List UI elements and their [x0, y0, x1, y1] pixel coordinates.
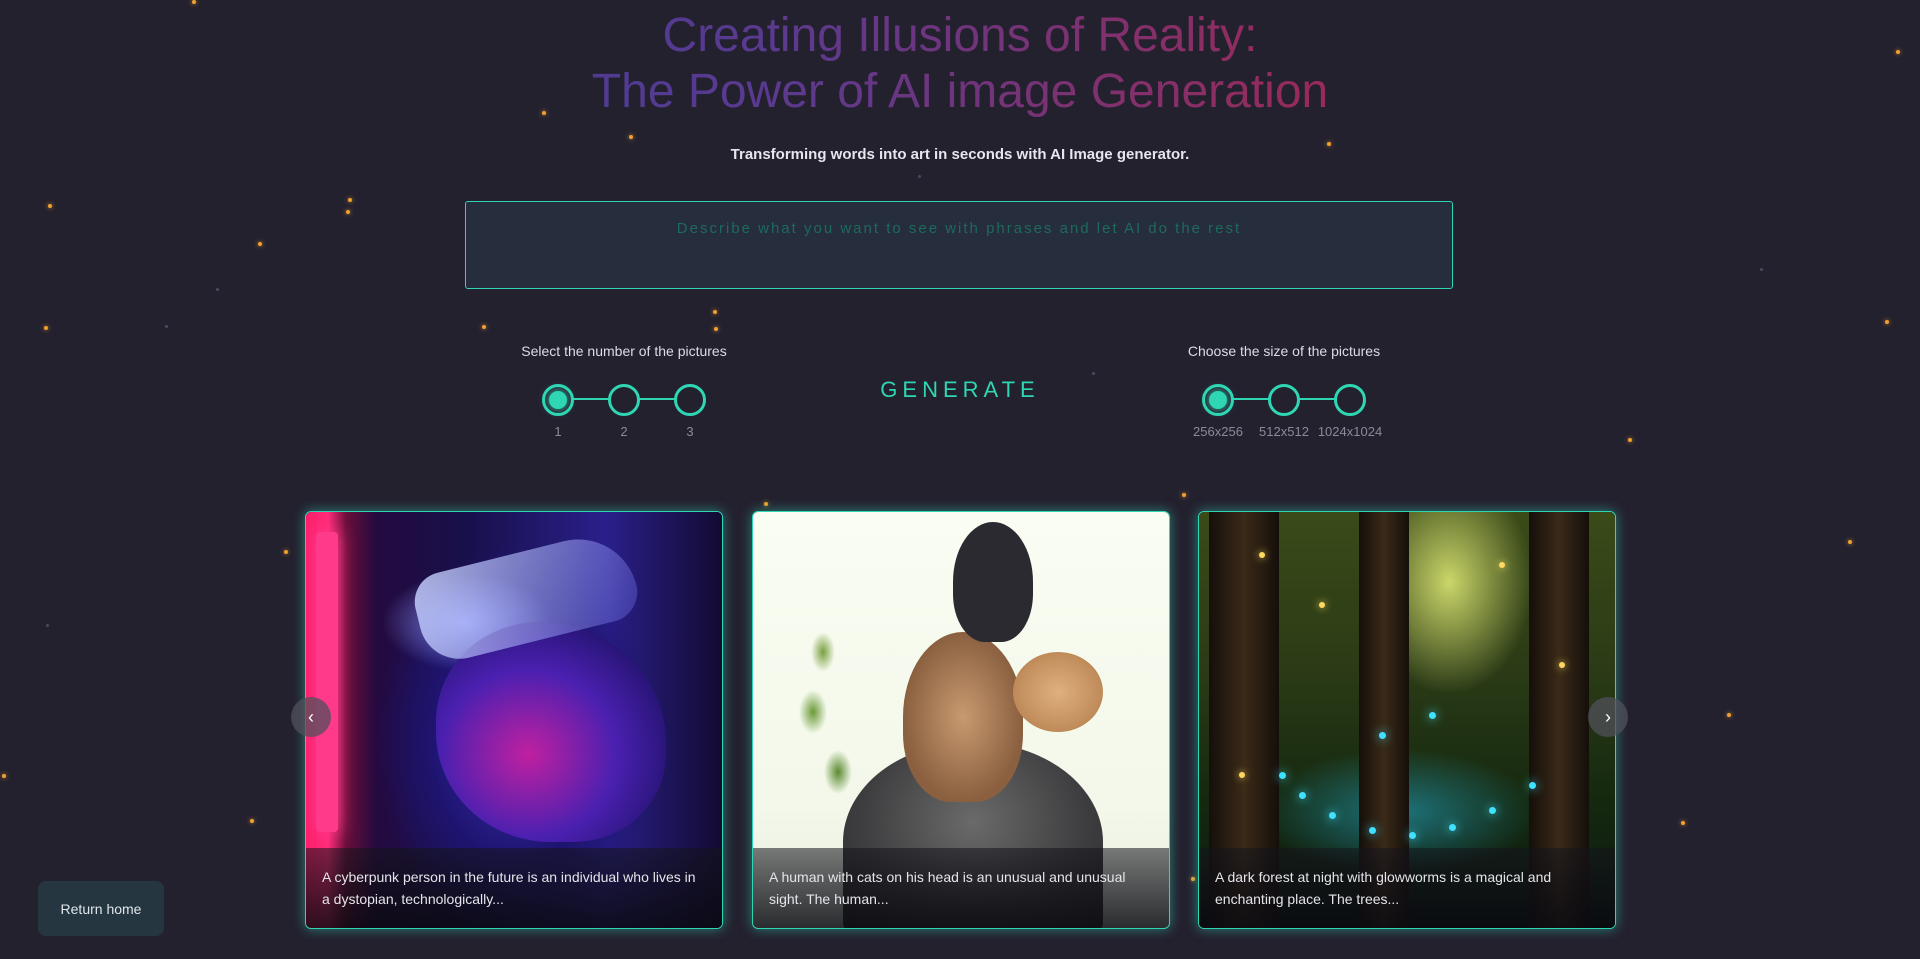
count-option-2[interactable]: [608, 384, 640, 416]
gallery-caption: A human with cats on his head is an unus…: [753, 848, 1169, 928]
glowworm-shape: [1279, 772, 1286, 779]
page-title: Creating Illusions of Reality: The Power…: [0, 8, 1920, 120]
count-option-1[interactable]: [542, 384, 574, 416]
prompt-box: [465, 201, 1453, 289]
count-option-3[interactable]: [674, 384, 706, 416]
carousel-next-button[interactable]: ›: [1588, 697, 1628, 737]
size-option-1024[interactable]: [1334, 384, 1366, 416]
page-subtitle: Transforming words into art in seconds w…: [730, 146, 1190, 163]
cat-shape: [903, 632, 1023, 802]
size-option-512[interactable]: [1268, 384, 1300, 416]
glowworm-shape: [1409, 832, 1416, 839]
chevron-right-icon: ›: [1605, 707, 1611, 727]
generate-button[interactable]: GENERATE: [860, 376, 1060, 404]
prompt-input[interactable]: [466, 202, 1452, 288]
page-title-line-1: Creating Illusions of Reality:: [662, 9, 1258, 62]
glowworm-shape: [1379, 732, 1386, 739]
glowworm-shape: [1529, 782, 1536, 789]
gallery-caption: A cyberpunk person in the future is an i…: [306, 848, 722, 928]
firefly-shape: [1559, 662, 1565, 668]
size-option-256[interactable]: [1202, 384, 1234, 416]
glowworm-shape: [1329, 812, 1336, 819]
firefly-shape: [1319, 602, 1325, 608]
size-selector-label: Choose the size of the pictures: [1187, 343, 1381, 359]
gallery-caption: A dark forest at night with glowworms is…: [1199, 848, 1615, 928]
count-selector-label: Select the number of the pictures: [521, 343, 727, 359]
gallery-card-cats[interactable]: A human with cats on his head is an unus…: [752, 511, 1170, 929]
glowworm-shape: [1429, 712, 1436, 719]
neon-sign-shape: [316, 532, 338, 832]
glowworm-shape: [1299, 792, 1306, 799]
count-stepper: [542, 384, 708, 416]
chevron-left-icon: ‹: [308, 707, 314, 727]
page: Creating Illusions of Reality: The Power…: [0, 0, 1920, 959]
cat-shape: [953, 522, 1033, 642]
return-home-button[interactable]: Return home: [38, 881, 164, 936]
size-stepper: [1202, 384, 1368, 416]
page-title-line-2: The Power of AI image Generation: [591, 65, 1329, 118]
gallery-card-forest[interactable]: A dark forest at night with glowworms is…: [1198, 511, 1616, 929]
carousel-prev-button[interactable]: ‹: [291, 697, 331, 737]
glowworm-shape: [1489, 807, 1496, 814]
gallery-card-cyberpunk[interactable]: A cyberpunk person in the future is an i…: [305, 511, 723, 929]
glowworm-shape: [1449, 824, 1456, 831]
size-option-1024-label: 1024x1024: [1317, 424, 1383, 439]
glowworm-shape: [1369, 827, 1376, 834]
firefly-shape: [1499, 562, 1505, 568]
cat-shape: [1013, 652, 1103, 732]
count-option-3-label: 3: [686, 424, 694, 439]
firefly-shape: [1239, 772, 1245, 778]
firefly-shape: [1259, 552, 1265, 558]
